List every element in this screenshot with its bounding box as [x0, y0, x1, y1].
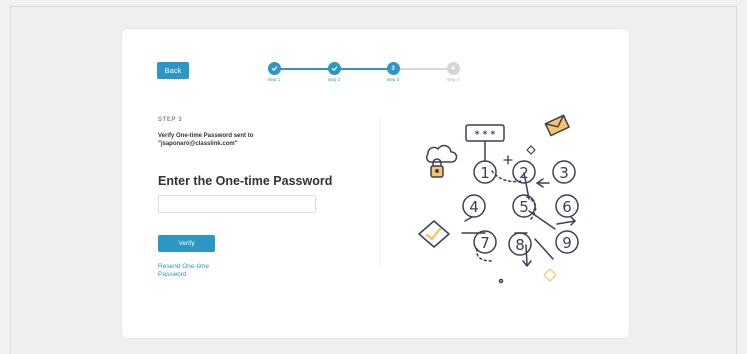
password-keypad-illustration: * * * 1 2 3 4 5 6 7 8 9 [407, 109, 599, 285]
step-number: 4 [446, 62, 460, 75]
svg-text:3: 3 [559, 164, 569, 182]
step-3: 3 step 3 [373, 62, 413, 82]
step-label: step 4 [446, 77, 460, 82]
svg-text:7: 7 [480, 234, 490, 252]
verify-button[interactable]: Verify [158, 235, 215, 252]
progress-stepper: step 1 step 2 3 step 3 4 step 4 [266, 62, 462, 86]
step-label: step 2 [327, 77, 341, 82]
svg-text:2: 2 [519, 164, 529, 182]
step-label: step 3 [386, 77, 400, 82]
check-icon [267, 62, 281, 75]
divider [380, 117, 381, 267]
svg-text:9: 9 [562, 234, 572, 252]
svg-text:5: 5 [519, 198, 529, 216]
step-label: step 1 [267, 77, 281, 82]
resend-otp-link[interactable]: Resend One-time Password [158, 263, 238, 279]
svg-text:* * *: * * * [475, 130, 496, 140]
step-number: 3 [386, 62, 400, 75]
step-1: step 1 [254, 62, 294, 82]
instruction-text: Verify One-time Password sent to "jsapon… [158, 133, 254, 147]
svg-text:1: 1 [480, 164, 490, 182]
step-4: 4 step 4 [433, 62, 473, 82]
step-title: STEP 3 [158, 117, 183, 123]
step-2: step 2 [314, 62, 354, 82]
otp-input[interactable] [158, 195, 316, 213]
back-button[interactable]: Back [157, 62, 189, 79]
svg-text:4: 4 [469, 198, 479, 216]
svg-text:8: 8 [515, 236, 525, 254]
otp-card: Back step 1 step 2 3 step 3 4 step 4 STE… [122, 29, 629, 338]
svg-text:6: 6 [562, 198, 572, 216]
page-title: Enter the One-time Password [158, 174, 333, 188]
check-icon [327, 62, 341, 75]
